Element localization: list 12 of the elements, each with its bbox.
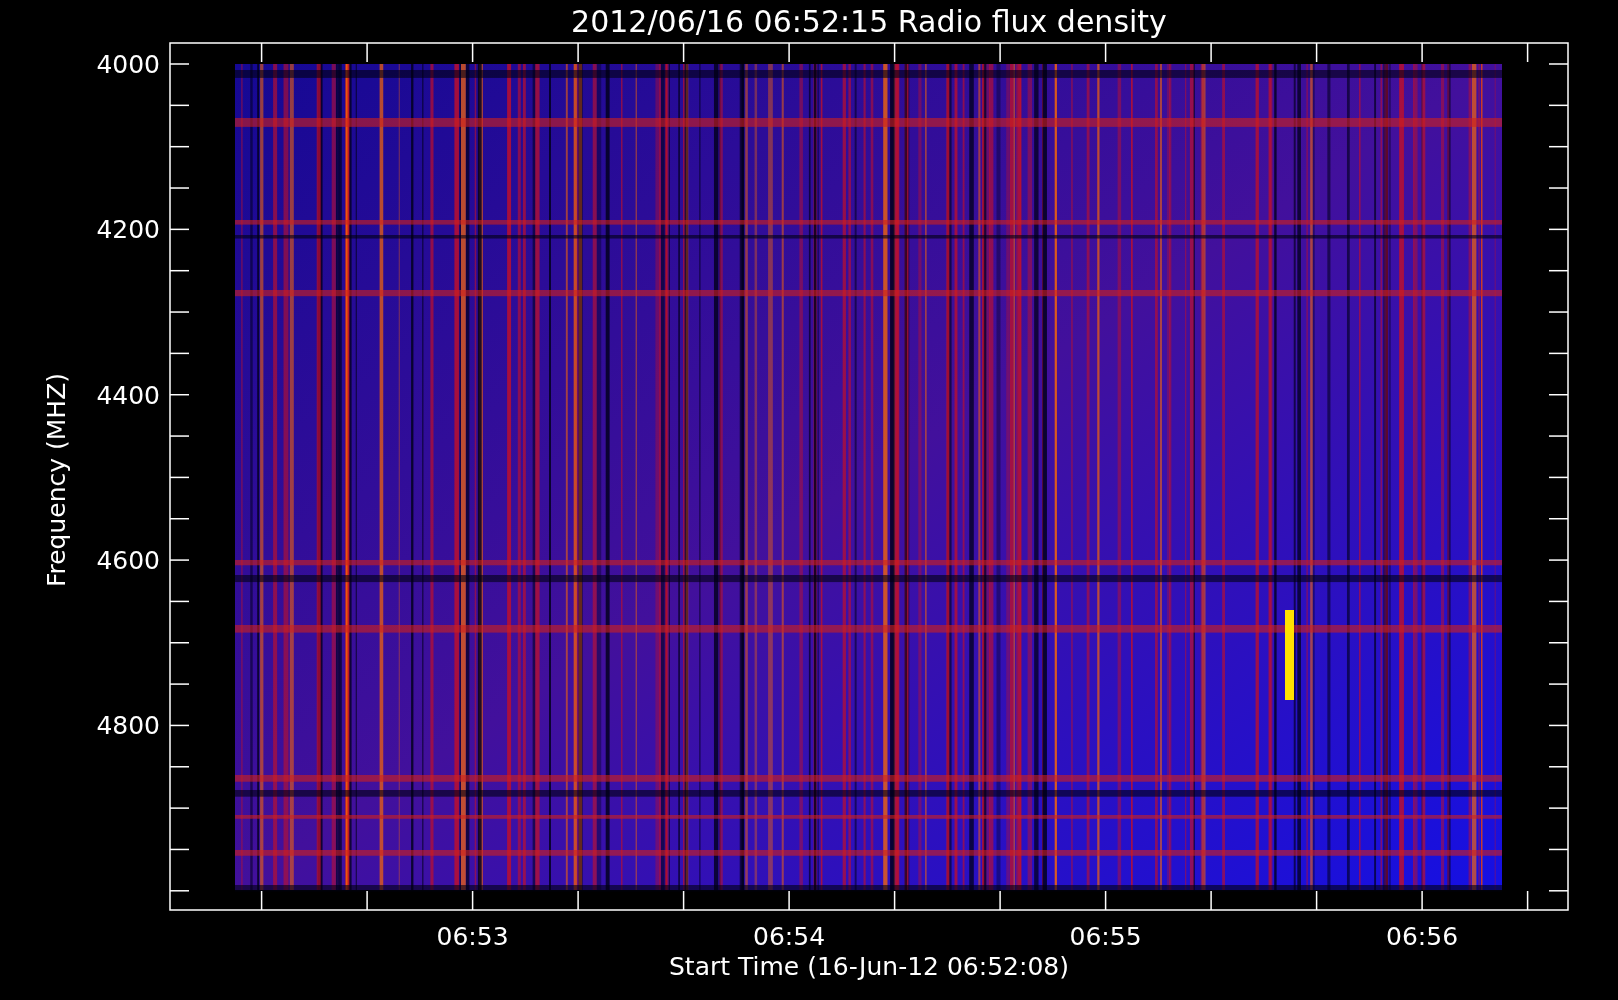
- y-tick-label: 4000: [96, 50, 160, 79]
- y-tick-label: 4600: [96, 546, 160, 576]
- y-tick-label: 4800: [96, 711, 160, 741]
- x-tick-label: 06:55: [1069, 922, 1142, 951]
- x-axis-label: Start Time (16-Jun-12 06:52:08): [669, 952, 1069, 981]
- x-tick-label: 06:54: [753, 922, 826, 951]
- x-tick-label: 06:53: [436, 922, 509, 951]
- y-axis-label: Frequency (MHZ): [42, 372, 71, 588]
- x-tick-label: 06:56: [1386, 922, 1459, 951]
- plot-title: 2012/06/16 06:52:15 Radio flux density: [571, 4, 1167, 39]
- y-tick-label: 4400: [96, 380, 160, 410]
- y-tick-label: 4200: [96, 215, 160, 245]
